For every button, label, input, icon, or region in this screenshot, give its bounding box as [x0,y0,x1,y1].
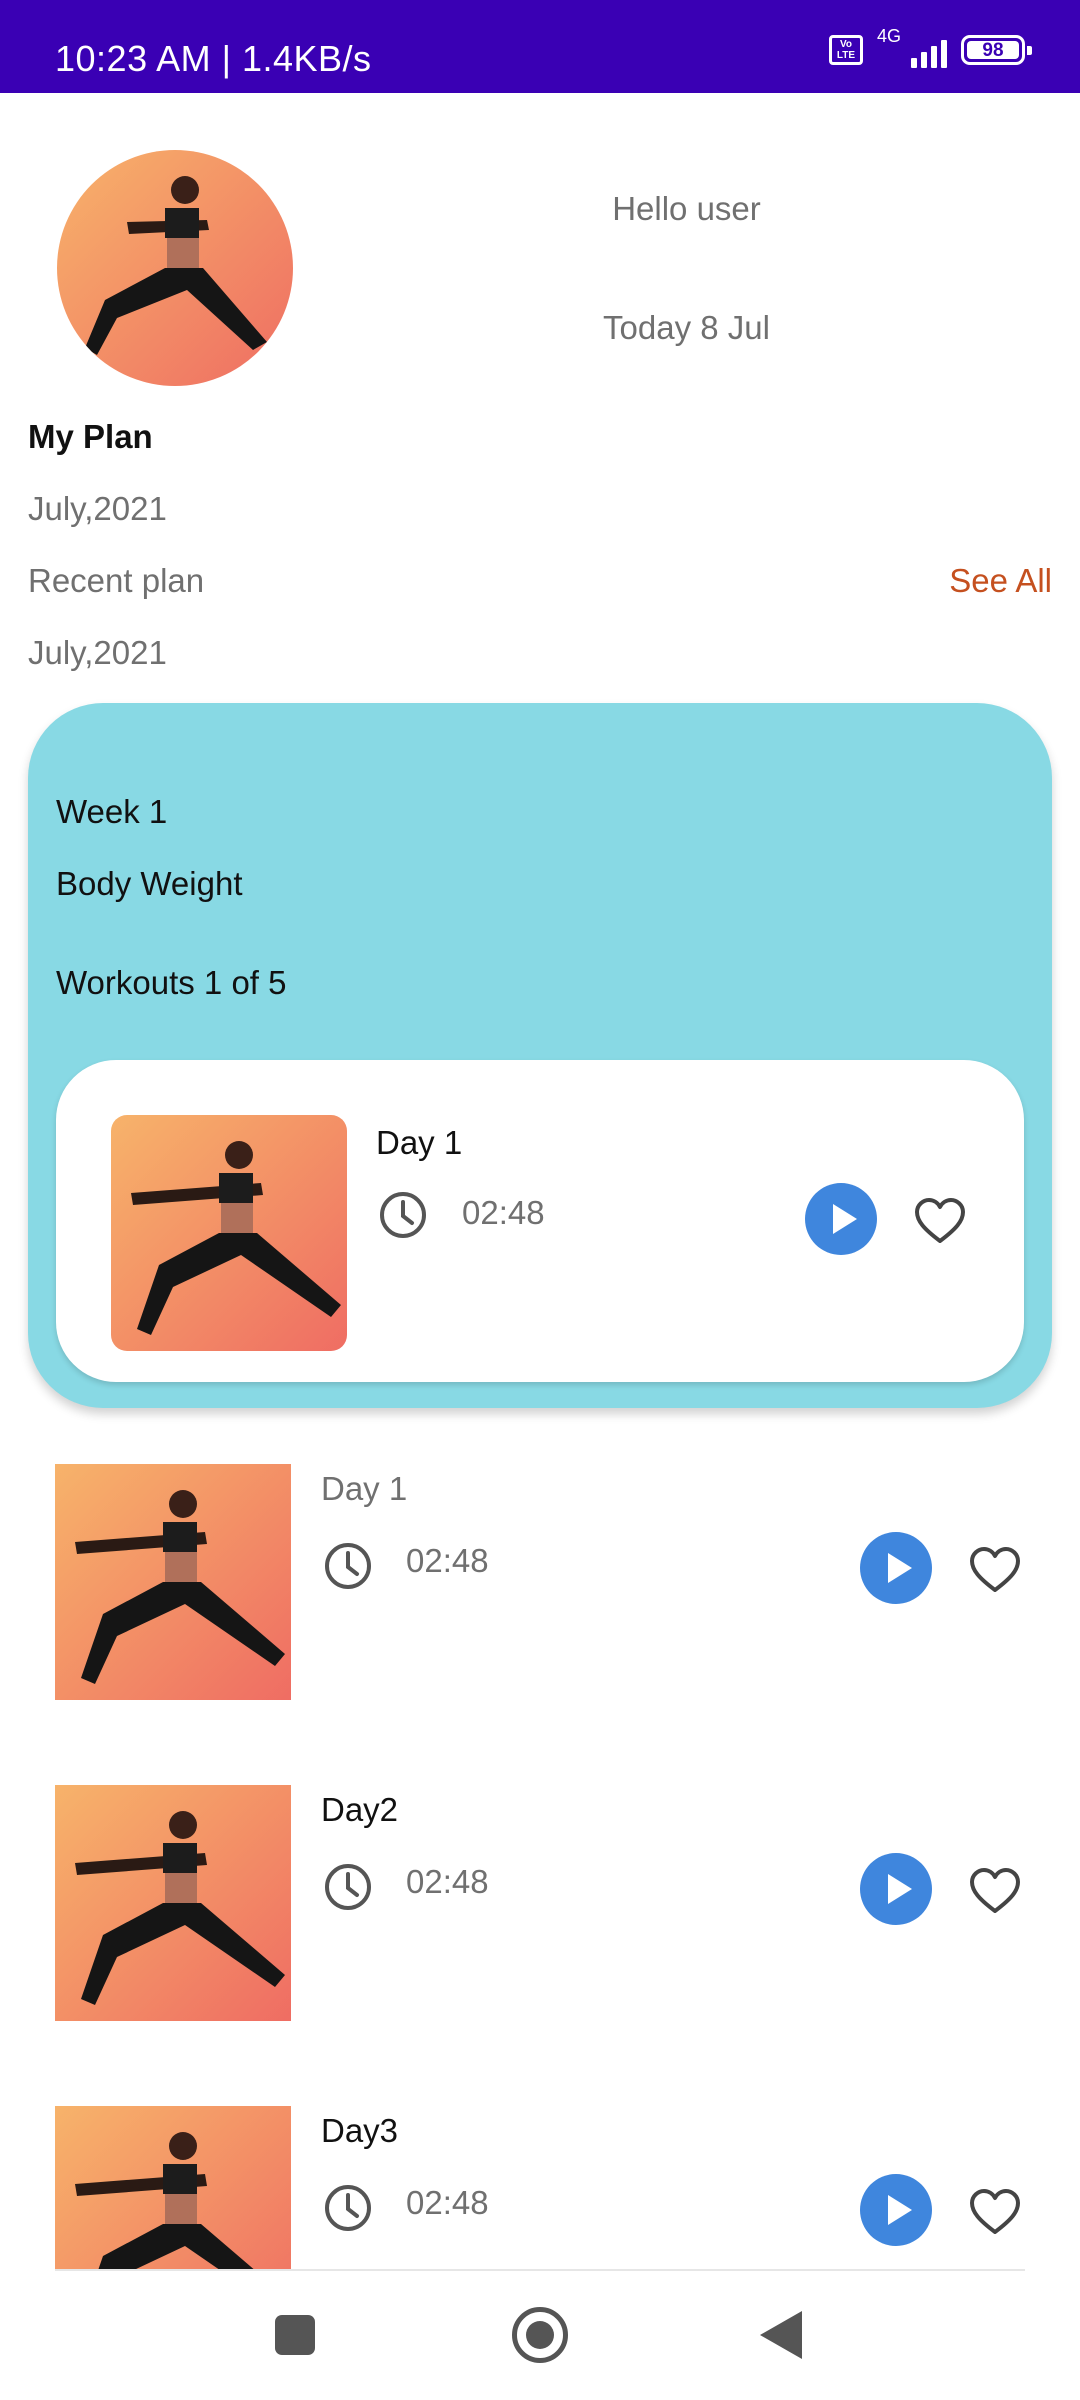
battery-level: 98 [982,40,1004,61]
workout-thumbnail [55,1464,291,1700]
clock-icon [325,2185,371,2231]
system-nav-bar [0,2271,1080,2400]
recent-plan-month: July,2021 [28,634,167,671]
list-day-label: Day2 [321,1791,399,1828]
clock-icon [325,1864,371,1910]
workout-thumbnail [55,2106,291,2269]
status-time-speed: 10:23 AM | 1.4KB/s [55,38,372,79]
list-item[interactable]: Day 1 02:48 [0,1464,1080,1704]
battery-icon: 98 [961,35,1032,65]
status-icons: Vo LTE 4G 98 [829,26,1032,72]
plan-week: Week 1 [56,793,168,830]
workout-thumbnail [111,1115,347,1351]
workout-thumbnail [55,1785,291,2021]
clock-icon [380,1192,426,1238]
play-button[interactable] [805,1183,877,1255]
list-duration: 02:48 [406,2184,489,2221]
featured-day-label: Day 1 [376,1124,463,1161]
network-type: 4G [877,26,902,46]
avatar [57,150,293,386]
circle-icon[interactable] [512,2307,568,2363]
status-bar: 10:23 AM | 1.4KB/s Vo LTE 4G 98 [0,0,1080,93]
play-button[interactable] [860,1853,932,1925]
featured-workout-card[interactable]: Day 1 02:48 [56,1060,1024,1382]
recent-plan-label: Recent plan [28,562,205,599]
list-duration: 02:48 [406,1863,489,1900]
list-item[interactable]: Day2 02:48 [0,1785,1080,2025]
heart-icon[interactable] [969,1546,1021,1594]
heart-icon[interactable] [914,1197,966,1245]
heart-icon[interactable] [969,2188,1021,2236]
today-date: Today 8 Jul [603,309,770,346]
plan-workouts-progress: Workouts 1 of 5 [56,964,287,1001]
plan-card[interactable]: Week 1 Body Weight Workouts 1 of 5 Day 1… [28,703,1052,1408]
clock-icon [325,1543,371,1589]
list-day-label: Day3 [321,2112,399,2149]
square-icon[interactable] [275,2315,315,2355]
greeting-text: Hello user [612,190,761,227]
plan-type: Body Weight [56,865,243,902]
see-all-link[interactable]: See All [949,562,1052,600]
featured-duration: 02:48 [462,1194,545,1231]
plan-month: July,2021 [28,490,167,527]
heart-icon[interactable] [969,1867,1021,1915]
list-duration: 02:48 [406,1542,489,1579]
play-button[interactable] [860,2174,932,2246]
my-plan-title: My Plan [28,418,153,455]
volte-icon: Vo LTE [829,35,863,65]
list-day-label: Day 1 [321,1470,408,1507]
triangle-back-icon[interactable] [760,2311,802,2359]
list-item[interactable]: Day3 02:48 [0,2106,1080,2269]
play-button[interactable] [860,1532,932,1604]
signal-icon: 4G [877,26,947,72]
